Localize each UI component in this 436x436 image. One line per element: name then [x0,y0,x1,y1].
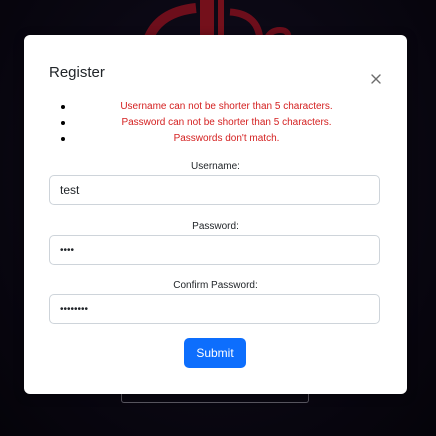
error-item: Password can not be shorter than 5 chara… [24,115,407,131]
password-label: Password: [192,221,239,232]
submit-button[interactable]: Submit [184,338,246,368]
confirm-password-label: Confirm Password: [173,280,258,291]
username-label: Username: [191,161,240,172]
bullet-icon [61,137,65,141]
error-text: Username can not be shorter than 5 chara… [120,101,333,112]
modal-title: Register [49,64,105,81]
register-modal: Register Username can not be shorter tha… [24,35,407,394]
close-icon [371,74,381,84]
error-list: Username can not be shorter than 5 chara… [24,99,407,147]
error-item: Username can not be shorter than 5 chara… [24,99,407,115]
confirm-password-input[interactable] [49,294,380,324]
bullet-icon [61,121,65,125]
password-input[interactable] [49,235,380,265]
error-text: Passwords don't match. [173,133,280,144]
username-input[interactable] [49,175,380,205]
bullet-icon [61,105,65,109]
error-item: Passwords don't match. [24,131,407,147]
error-text: Password can not be shorter than 5 chara… [121,117,332,128]
close-button[interactable] [367,70,385,88]
